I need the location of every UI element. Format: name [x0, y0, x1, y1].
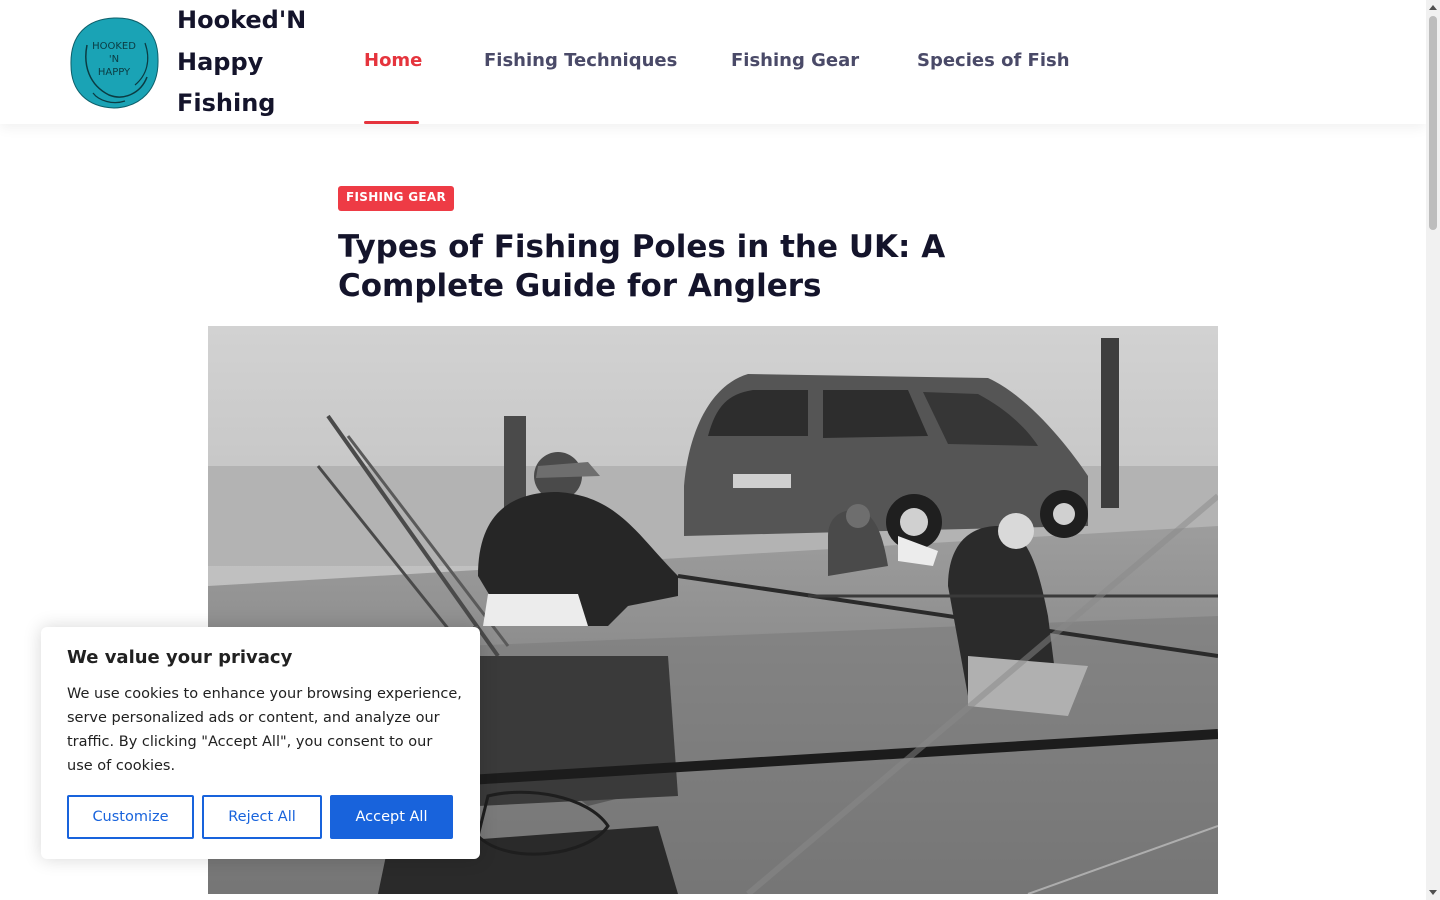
- site-header: HOOKED 'N HAPPY Hooked'N Happy Fishing H…: [0, 0, 1426, 124]
- page: HOOKED 'N HAPPY Hooked'N Happy Fishing H…: [0, 0, 1440, 900]
- customize-button[interactable]: Customize: [67, 795, 194, 839]
- logo-text-line1: HOOKED: [92, 41, 136, 52]
- site-logo[interactable]: HOOKED 'N HAPPY: [69, 15, 159, 109]
- scrollbar-thumb[interactable]: [1429, 16, 1437, 230]
- nav-item-fishing-techniques[interactable]: Fishing Techniques: [484, 50, 677, 71]
- logo-text-line2: 'N: [109, 54, 119, 65]
- vertical-scrollbar[interactable]: [1426, 0, 1440, 900]
- article-title: Types of Fishing Poles in the UK: A Comp…: [338, 229, 946, 304]
- nav-item-fishing-gear[interactable]: Fishing Gear: [731, 50, 859, 71]
- cookie-consent-banner: We value your privacy We use cookies to …: [41, 627, 480, 859]
- nav-item-home[interactable]: Home: [364, 50, 422, 71]
- site-title[interactable]: Hooked'N Happy Fishing: [177, 0, 337, 125]
- logo-text-line3: HAPPY: [98, 67, 131, 78]
- nav-item-species-of-fish[interactable]: Species of Fish: [917, 50, 1070, 71]
- reject-all-button[interactable]: Reject All: [202, 795, 322, 839]
- accept-all-button[interactable]: Accept All: [330, 795, 453, 839]
- cookie-title: We value your privacy: [67, 647, 293, 668]
- category-badge[interactable]: Fishing Gear: [338, 186, 455, 211]
- scroll-up-arrow-icon[interactable]: [1429, 5, 1437, 10]
- nav-active-underline: [364, 121, 419, 124]
- cookie-description: We use cookies to enhance your browsing …: [67, 686, 462, 774]
- scroll-down-arrow-icon[interactable]: [1429, 890, 1437, 895]
